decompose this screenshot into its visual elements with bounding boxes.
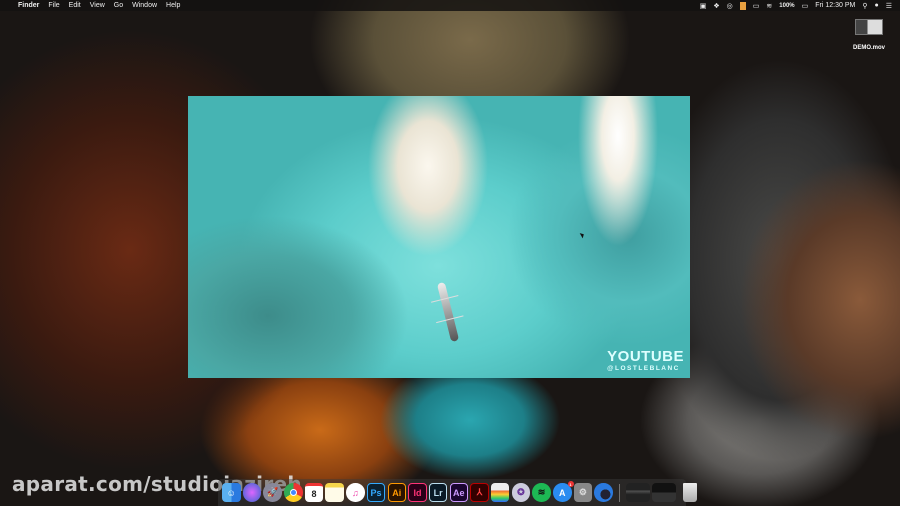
app-status-icon[interactable] bbox=[739, 1, 746, 10]
airplay-icon[interactable]: ▭ bbox=[753, 2, 760, 10]
after-effects-icon[interactable]: Ae bbox=[449, 483, 469, 502]
system-preferences-icon[interactable]: ⚙ bbox=[573, 483, 593, 502]
dropbox-icon[interactable]: ❖ bbox=[713, 2, 719, 10]
screen-record-icon[interactable]: ▣ bbox=[700, 2, 707, 10]
spotlight-icon[interactable]: ⚲ bbox=[862, 2, 867, 10]
video-thumbnail-icon bbox=[855, 19, 883, 35]
desktop-file-demo[interactable]: DEMO.mov bbox=[853, 19, 885, 51]
final-cut-icon[interactable] bbox=[490, 483, 510, 502]
mouse-cursor-icon bbox=[579, 231, 586, 239]
minimized-window-2[interactable] bbox=[652, 483, 677, 502]
siri-icon[interactable] bbox=[242, 483, 262, 502]
lightroom-icon[interactable]: Lr bbox=[428, 483, 448, 502]
dock-separator bbox=[619, 483, 621, 502]
illustrator-icon[interactable]: Ai bbox=[387, 483, 406, 502]
finder-icon[interactable]: ☺ bbox=[222, 483, 241, 502]
itunes-icon[interactable]: ♫ bbox=[346, 483, 365, 502]
minimized-window-1[interactable] bbox=[626, 483, 651, 502]
menu-window[interactable]: Window bbox=[132, 2, 157, 9]
battery-percent[interactable]: 100% bbox=[779, 3, 794, 9]
acrobat-icon[interactable]: ⅄ bbox=[470, 483, 489, 502]
photoshop-icon[interactable]: Ps bbox=[366, 483, 386, 502]
indesign-icon[interactable]: Id bbox=[408, 483, 427, 502]
trash-icon[interactable] bbox=[682, 483, 697, 502]
desktop-file-label: DEMO.mov bbox=[853, 45, 886, 51]
menu-help[interactable]: Help bbox=[166, 2, 180, 9]
wifi-icon[interactable]: ≋ bbox=[766, 2, 772, 10]
browser-icon[interactable] bbox=[594, 483, 613, 502]
menu-edit[interactable]: Edit bbox=[69, 2, 81, 9]
menu-app-finder[interactable]: Finder bbox=[18, 2, 39, 9]
video-watermark: YOUTUBE @LOSTLEBLANC bbox=[607, 348, 684, 372]
notes-icon[interactable] bbox=[325, 483, 344, 502]
siri-icon[interactable]: ● bbox=[874, 2, 878, 9]
notification-center-icon[interactable]: ☰ bbox=[886, 2, 892, 10]
menu-file[interactable]: File bbox=[48, 2, 59, 9]
watermark-title: YOUTUBE bbox=[607, 348, 684, 365]
calendar-icon[interactable]: 8 bbox=[304, 483, 324, 502]
launchpad-icon[interactable]: 🚀 bbox=[263, 483, 282, 502]
chrome-icon[interactable] bbox=[284, 483, 303, 502]
menu-go[interactable]: Go bbox=[114, 2, 123, 9]
boat-image bbox=[436, 281, 460, 343]
imovie-icon[interactable]: ✪ bbox=[511, 483, 531, 502]
creative-cloud-icon[interactable]: ◎ bbox=[727, 2, 733, 10]
clock[interactable]: Fri 12:30 PM bbox=[815, 2, 855, 9]
watermark-handle: @LOSTLEBLANC bbox=[607, 365, 680, 372]
battery-icon: ▭ bbox=[801, 2, 809, 10]
spotify-icon[interactable]: ≋ bbox=[532, 483, 551, 502]
menu-view[interactable]: View bbox=[90, 2, 105, 9]
app-store-icon[interactable]: A1 bbox=[553, 481, 574, 502]
dock: ☺ 🚀 8 ♫ Ps Ai Id Lr Ae ⅄ ✪ ≋ A1 ⚙ bbox=[218, 479, 697, 506]
video-player[interactable]: YOUTUBE @LOSTLEBLANC bbox=[188, 96, 690, 378]
app-store-badge: 1 bbox=[567, 481, 574, 488]
menu-bar: Finder File Edit View Go Window Help ▣ ❖… bbox=[0, 0, 900, 11]
